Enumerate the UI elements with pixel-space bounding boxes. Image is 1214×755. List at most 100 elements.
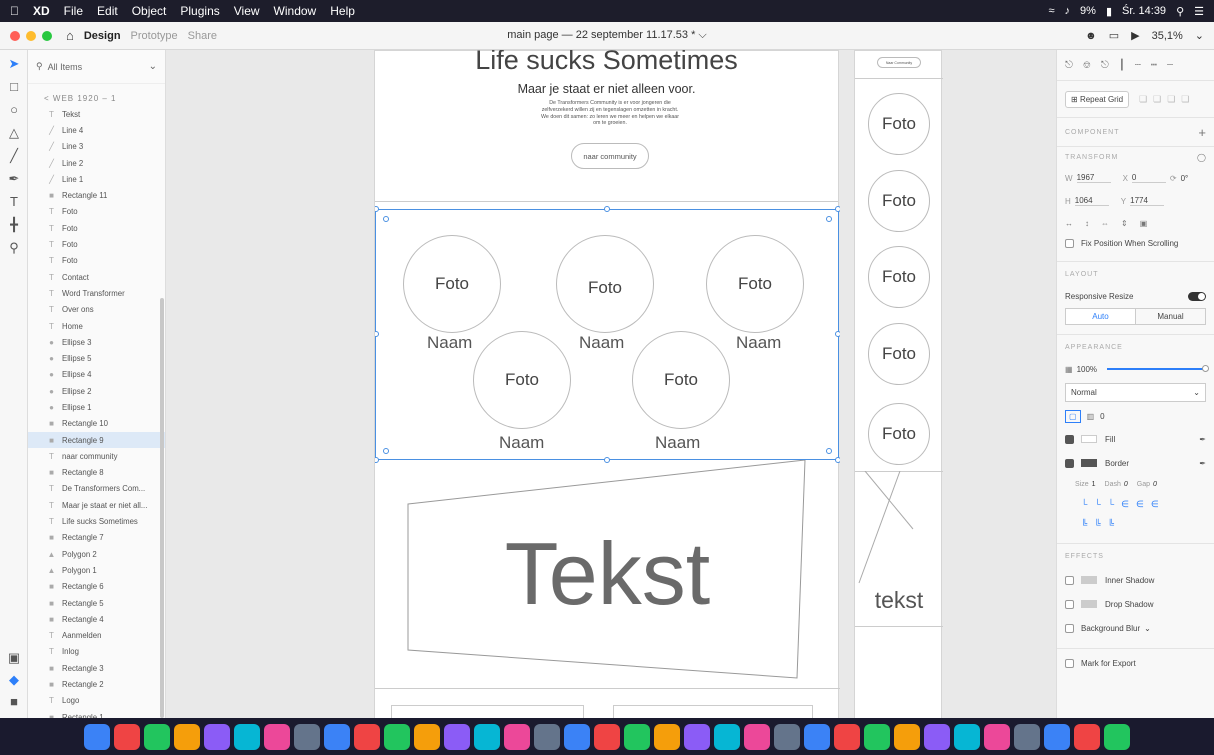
- dock-app-settings-icon[interactable]: [534, 723, 560, 750]
- drop-shadow-checkbox[interactable]: [1065, 599, 1074, 609]
- boolean-ops-icon[interactable]: ❏❏❏❏: [1139, 94, 1195, 105]
- layer-item[interactable]: ■ Rectangle 10: [28, 416, 165, 432]
- dock-app-spotify-icon[interactable]: [354, 723, 380, 750]
- blend-mode-select[interactable]: Normal ⌄: [1065, 382, 1206, 402]
- distribute-icon[interactable]: ┃: [1119, 60, 1125, 71]
- dock-app-vscode-icon[interactable]: [714, 723, 740, 750]
- text-tool-icon[interactable]: T: [0, 190, 28, 213]
- fit-both-icon[interactable]: ▣: [1140, 219, 1148, 228]
- fill-checkbox[interactable]: [1065, 434, 1074, 444]
- menu-help[interactable]: Help: [330, 4, 355, 18]
- dock-app-outlook-icon[interactable]: [684, 723, 710, 750]
- dash-input[interactable]: 0: [1124, 481, 1128, 488]
- tab-design[interactable]: Design: [84, 30, 121, 42]
- dock-app-photos-icon[interactable]: [294, 723, 320, 750]
- layer-item[interactable]: T Maar je staat er niet all...: [28, 497, 165, 513]
- dock-app-trash-icon[interactable]: [1104, 723, 1130, 750]
- layer-item[interactable]: T Foto: [28, 204, 165, 220]
- align-left-icon[interactable]: ┄: [1135, 60, 1141, 71]
- layer-item[interactable]: ■ Rectangle 9: [28, 431, 165, 449]
- flip-horizontal-icon[interactable]: ↔: [1065, 219, 1073, 228]
- flip-vertical-icon[interactable]: ↕: [1085, 219, 1089, 228]
- y-input[interactable]: 1774: [1130, 196, 1165, 206]
- layer-item[interactable]: ■ Rectangle 1: [28, 709, 165, 718]
- align-middle-icon[interactable]: ⎊: [1083, 60, 1091, 71]
- dock-app-epic-icon[interactable]: [954, 723, 980, 750]
- cap-square-icon[interactable]: ∈: [1151, 499, 1159, 510]
- layer-item[interactable]: T Foto: [28, 220, 165, 236]
- 3d-transform-icon[interactable]: ◯: [1197, 153, 1206, 162]
- dock-app-safari-icon[interactable]: [144, 723, 170, 750]
- menu-file[interactable]: File: [64, 4, 83, 18]
- device-preview-icon[interactable]: ▭: [1109, 29, 1119, 42]
- resize-auto-button[interactable]: Auto: [1065, 307, 1136, 325]
- stroke-center-icon[interactable]: └: [1094, 499, 1100, 509]
- layer-item[interactable]: T Life sucks Sometimes: [28, 513, 165, 529]
- big-text[interactable]: Tekst: [375, 523, 840, 625]
- fit-width-icon[interactable]: ⇔: [1101, 219, 1109, 228]
- stroke-outer-icon[interactable]: └: [1108, 499, 1114, 509]
- pen-tool-icon[interactable]: ✒: [0, 167, 28, 190]
- responsive-resize-toggle[interactable]: [1188, 291, 1206, 301]
- close-window-button[interactable]: [10, 30, 20, 41]
- menu-edit[interactable]: Edit: [97, 4, 118, 18]
- dock-app-chrome-icon[interactable]: [174, 723, 200, 750]
- zoom-tool-icon[interactable]: ⚲: [0, 236, 28, 259]
- side-foto-1[interactable]: Foto: [868, 93, 930, 155]
- side-foto-5[interactable]: Foto: [868, 403, 930, 465]
- join-miter-icon[interactable]: ╚: [1081, 519, 1087, 529]
- drop-shadow-swatch[interactable]: [1081, 600, 1097, 608]
- layer-item[interactable]: T Logo: [28, 693, 165, 709]
- layer-item[interactable]: ■ Rectangle 5: [28, 595, 165, 611]
- dock-app-powerpoint-icon[interactable]: [594, 723, 620, 750]
- dock-app-launchpad-icon[interactable]: [114, 723, 140, 750]
- layer-item[interactable]: T Home: [28, 318, 165, 334]
- layer-item[interactable]: T Foto: [28, 236, 165, 252]
- artboard-side[interactable]: Naar Community Foto Foto Foto Foto Foto …: [854, 50, 943, 718]
- dock-app-filezilla-icon[interactable]: [894, 723, 920, 750]
- gap-input[interactable]: 0: [1153, 481, 1157, 488]
- height-input[interactable]: 1064: [1074, 196, 1109, 206]
- chevron-down-icon[interactable]: ⌄: [1144, 624, 1151, 633]
- menu-app-name[interactable]: XD: [33, 4, 50, 18]
- size-input[interactable]: 1: [1092, 481, 1096, 488]
- volume-icon[interactable]: ♪: [1065, 5, 1071, 17]
- tab-prototype[interactable]: Prototype: [131, 30, 178, 42]
- layer-item[interactable]: ╱ Line 3: [28, 139, 165, 155]
- border-checkbox[interactable]: [1065, 458, 1074, 468]
- canvas[interactable]: Life sucks Sometimes Maar je staat er ni…: [166, 50, 1056, 718]
- assets-icon[interactable]: ▣: [0, 646, 28, 669]
- inner-shadow-swatch[interactable]: [1081, 576, 1097, 584]
- layer-item[interactable]: Tnaar community: [28, 448, 165, 464]
- inner-shadow-checkbox[interactable]: [1065, 575, 1074, 585]
- eyedropper-icon[interactable]: ✒: [1199, 459, 1206, 468]
- side-text[interactable]: tekst: [855, 587, 943, 614]
- dock-app-word-icon[interactable]: [624, 723, 650, 750]
- tab-share[interactable]: Share: [188, 30, 217, 42]
- corner-individual-icon[interactable]: ▥: [1087, 412, 1095, 421]
- battery-text[interactable]: 9%: [1080, 5, 1096, 17]
- wifi-icon[interactable]: ≈: [1049, 5, 1055, 17]
- dock-app-steam-icon[interactable]: [474, 723, 500, 750]
- layers-scrollbar[interactable]: [160, 298, 164, 718]
- dock-app-finder-icon[interactable]: [84, 723, 110, 750]
- layer-item[interactable]: ■ Rectangle 6: [28, 579, 165, 595]
- layer-item[interactable]: ● Ellipse 5: [28, 350, 165, 366]
- plugins-icon[interactable]: ■: [0, 690, 28, 713]
- join-bevel-icon[interactable]: ╚: [1094, 519, 1100, 529]
- spotlight-icon[interactable]: ⚲: [1176, 5, 1184, 18]
- artboard-breadcrumb[interactable]: < WEB 1920 – 1: [28, 84, 165, 106]
- x-input[interactable]: 0: [1131, 173, 1166, 183]
- dock-app-notes-icon[interactable]: [324, 723, 350, 750]
- side-community-button[interactable]: Naar Community: [877, 57, 921, 68]
- minimize-window-button[interactable]: [26, 30, 36, 41]
- layer-item[interactable]: T Aanmelden: [28, 628, 165, 644]
- dock-app-finder2-icon[interactable]: [264, 723, 290, 750]
- corner-uniform-icon[interactable]: ▢: [1065, 409, 1081, 423]
- rectangle-tool-icon[interactable]: □: [0, 75, 28, 98]
- dock-app-movie-icon[interactable]: [504, 723, 530, 750]
- border-swatch[interactable]: [1081, 459, 1097, 467]
- dock-app-roblox-icon[interactable]: [984, 723, 1010, 750]
- layer-item[interactable]: ■ Rectangle 2: [28, 676, 165, 692]
- layer-item[interactable]: T De Transformers Com...: [28, 481, 165, 497]
